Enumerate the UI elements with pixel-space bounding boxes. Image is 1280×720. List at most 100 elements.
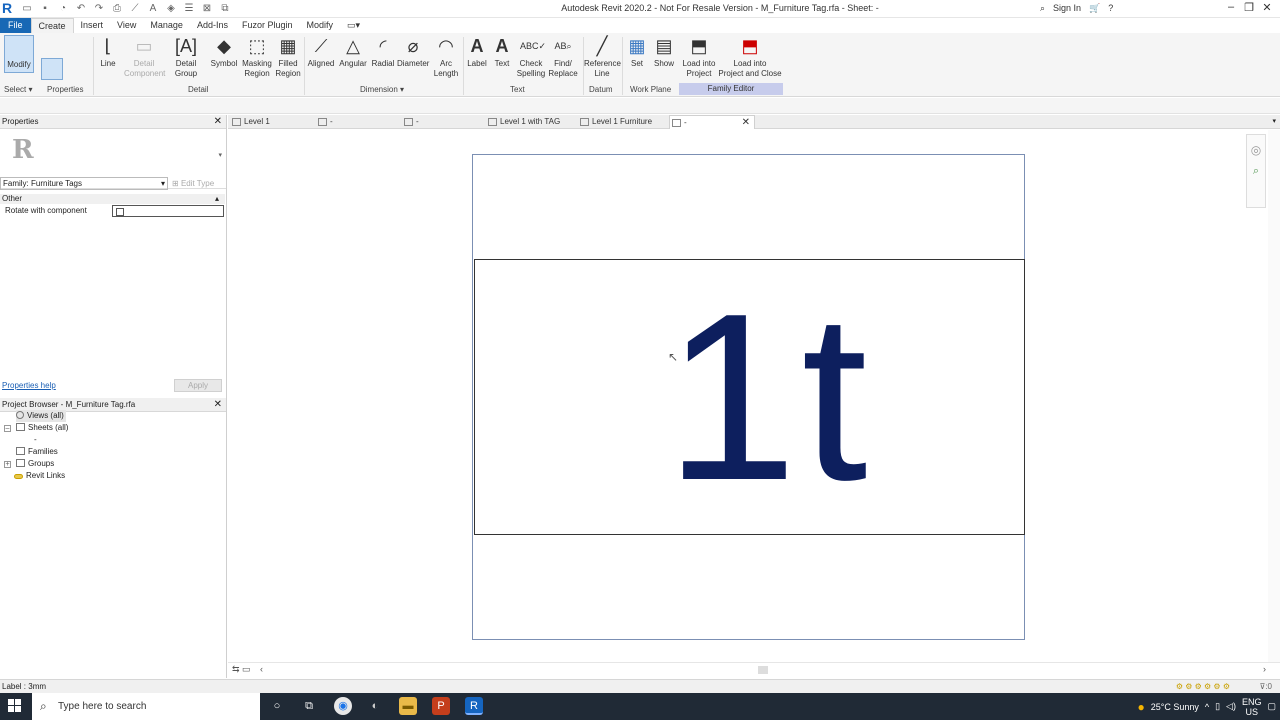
filter-icon[interactable]: ⊽:0: [1259, 680, 1272, 693]
check-spelling-tool[interactable]: ABC✓ Check Spelling: [515, 35, 547, 79]
menu-view[interactable]: View: [110, 18, 143, 33]
collapse-icon[interactable]: –: [4, 425, 11, 432]
close-icon[interactable]: ✕: [214, 398, 222, 412]
filled-region-tool[interactable]: ▦ Filled Region: [275, 35, 301, 79]
cart-icon[interactable]: 🛒: [1089, 3, 1100, 14]
chrome-icon[interactable]: ◉: [334, 697, 352, 715]
tab-level-1[interactable]: Level 1: [230, 115, 314, 129]
open-icon[interactable]: ▭: [20, 2, 34, 15]
weather-text[interactable]: 25°C Sunny: [1151, 702, 1199, 712]
binoculars-icon[interactable]: ⌕: [1040, 3, 1045, 14]
app-icon[interactable]: ◐: [366, 697, 384, 715]
restore-icon[interactable]: ❐: [1240, 1, 1258, 14]
expand-icon[interactable]: +: [4, 461, 11, 468]
powerpoint-icon[interactable]: P: [432, 697, 450, 715]
measure-icon[interactable]: ⟋: [128, 2, 142, 15]
language-indicator[interactable]: ENG US: [1242, 697, 1262, 717]
zoom-icon[interactable]: ⌕: [1247, 165, 1265, 178]
apply-button[interactable]: Apply: [174, 379, 222, 392]
vertical-scrollbar[interactable]: [1268, 130, 1280, 662]
switch-windows-icon[interactable]: ⧉: [218, 2, 232, 15]
task-view-icon[interactable]: ⧉: [300, 697, 318, 715]
symbol-tool[interactable]: ◆ Symbol: [210, 35, 238, 69]
aligned-dimension-tool[interactable]: ⟋ Aligned: [306, 35, 336, 69]
family-selector[interactable]: Family: Furniture Tags ▾: [0, 177, 168, 190]
property-group-other[interactable]: Other ▴: [0, 194, 225, 204]
revit-taskbar-icon[interactable]: R: [465, 697, 483, 715]
scroll-thumb[interactable]: [758, 666, 768, 674]
tab-level-1-with-tag[interactable]: Level 1 with TAG: [486, 115, 576, 129]
menu-file[interactable]: File: [0, 18, 31, 33]
select-panel-label[interactable]: Select ▾: [4, 85, 32, 94]
taskbar-search[interactable]: ⌕ Type here to search: [32, 693, 260, 720]
close-hidden-icon[interactable]: ⊠: [200, 2, 214, 15]
label-tool[interactable]: A Label: [465, 35, 489, 69]
steering-wheel-icon[interactable]: ◎: [1247, 143, 1265, 157]
menu-add-ins[interactable]: Add-Ins: [190, 18, 235, 33]
dimension-panel-label[interactable]: Dimension ▾: [360, 85, 404, 94]
help-icon[interactable]: ?: [1108, 3, 1113, 14]
file-explorer-icon[interactable]: ▬: [399, 697, 417, 715]
tree-item-sheet-dash[interactable]: -: [34, 434, 37, 446]
param-value-cell[interactable]: [112, 205, 224, 217]
menu-create[interactable]: Create: [30, 18, 74, 33]
close-icon[interactable]: ✕: [1258, 1, 1276, 14]
line-tool[interactable]: ⌊ Line: [96, 35, 120, 69]
windows-start-icon[interactable]: [8, 699, 22, 713]
load-into-project-tool[interactable]: ⬒ Load into Project: [680, 35, 718, 79]
tree-item-revit-links[interactable]: Revit Links: [14, 470, 65, 482]
selection-filter-icons[interactable]: ⚙ ⚙ ⚙ ⚙ ⚙ ⚙: [1176, 680, 1230, 693]
sync-icon[interactable]: ◔: [56, 2, 70, 15]
navigation-bar[interactable]: ◎ ⌕: [1246, 134, 1266, 208]
angular-dimension-tool[interactable]: △ Angular: [338, 35, 368, 69]
redo-icon[interactable]: ↷: [92, 2, 106, 15]
set-workplane-tool[interactable]: ▦ Set: [626, 35, 648, 69]
radial-dimension-tool[interactable]: ◜ Radial: [370, 35, 396, 69]
properties-toggle-icon[interactable]: [41, 58, 63, 80]
revit-logo-icon[interactable]: R: [2, 1, 16, 16]
tree-item-families[interactable]: Families: [16, 446, 58, 458]
print-icon[interactable]: ⎙: [110, 2, 124, 15]
menu-manage[interactable]: Manage: [143, 18, 190, 33]
tab-sheet-2[interactable]: -: [402, 115, 486, 129]
find-replace-tool[interactable]: AB⌕ Find/ Replace: [548, 35, 578, 79]
sign-in-button[interactable]: Sign In: [1053, 3, 1081, 14]
view-control-icon[interactable]: ⇆ ▭: [232, 664, 251, 675]
arc-length-tool[interactable]: ◠ Arc Length: [431, 35, 461, 79]
notification-icon[interactable]: ▢: [1267, 701, 1276, 712]
scroll-right-icon[interactable]: ›: [1263, 664, 1266, 674]
tree-item-views[interactable]: Views (all): [16, 410, 66, 422]
tag-label-text[interactable]: 1t: [665, 279, 872, 517]
close-icon[interactable]: ✕: [214, 115, 222, 129]
minimize-icon[interactable]: –: [1222, 1, 1240, 14]
modify-button[interactable]: Modify: [4, 35, 34, 73]
masking-region-tool[interactable]: ⬚ Masking Region: [240, 35, 274, 79]
chevron-down-icon[interactable]: ▾: [218, 151, 222, 159]
properties-help-link[interactable]: Properties help: [2, 381, 56, 390]
diameter-dimension-tool[interactable]: ⌀ Diameter: [397, 35, 429, 69]
tab-sheet-1[interactable]: -: [316, 115, 400, 129]
text-tool[interactable]: A Text: [491, 35, 513, 69]
scroll-left-icon[interactable]: ‹: [260, 664, 263, 674]
close-icon[interactable]: ✕: [742, 116, 750, 130]
network-icon[interactable]: ▯: [1215, 701, 1220, 712]
tab-level-1-furniture[interactable]: Level 1 Furniture: [578, 115, 668, 129]
drawing-canvas[interactable]: 1t ↖: [228, 130, 1244, 662]
tray-chevron-icon[interactable]: ^: [1205, 702, 1209, 712]
tab-active-sheet[interactable]: - ✕: [669, 115, 755, 129]
ribbon-toggle-icon[interactable]: ▭▾: [340, 18, 367, 33]
menu-insert[interactable]: Insert: [74, 18, 111, 33]
horizontal-scrollbar[interactable]: ⇆ ▭ ‹ ›: [228, 662, 1280, 676]
menu-modify[interactable]: Modify: [300, 18, 341, 33]
reference-line-tool[interactable]: ╱ Reference Line: [584, 35, 621, 79]
rotate-checkbox[interactable]: [116, 208, 124, 216]
volume-icon[interactable]: ◁): [1226, 701, 1236, 712]
thin-lines-icon[interactable]: ☰: [182, 2, 196, 15]
save-icon[interactable]: ▪: [38, 2, 52, 15]
show-workplane-tool[interactable]: ▤ Show: [652, 35, 676, 69]
edit-type-button[interactable]: ⊞ Edit Type: [172, 177, 222, 190]
tab-menu-icon[interactable]: ▾: [1272, 117, 1276, 125]
collapse-icon[interactable]: ▴: [215, 194, 219, 204]
detail-group-tool[interactable]: [A] Detail Group: [170, 35, 202, 79]
3d-view-icon[interactable]: ◈: [164, 2, 178, 15]
